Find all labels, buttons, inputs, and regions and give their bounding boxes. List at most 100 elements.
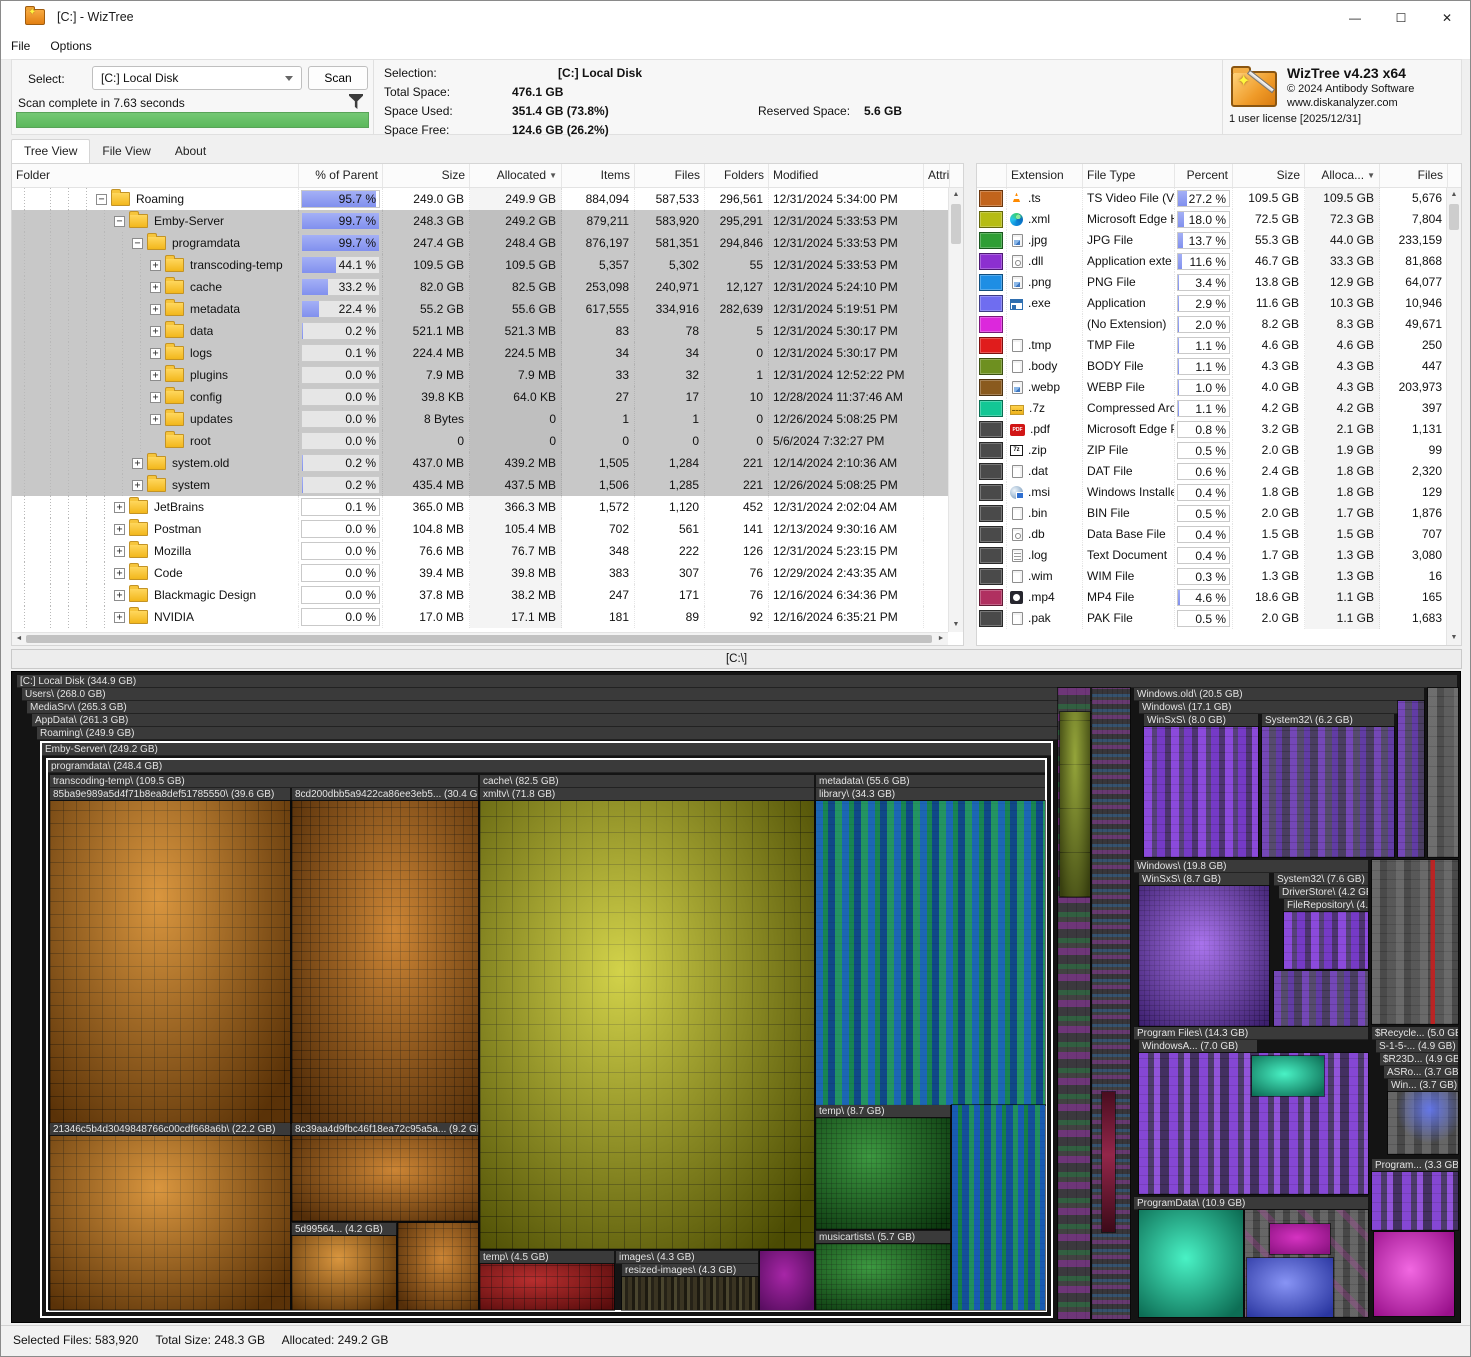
- extension-row[interactable]: .datDAT File0.6 %2.4 GB1.8 GB2,320: [977, 461, 1461, 482]
- treemap-label-strip[interactable]: 21346c5b4d3049848766c00cdf668a6b\ (22.2 …: [50, 1123, 290, 1136]
- treemap-block[interactable]: [816, 1118, 950, 1229]
- scroll-right-icon[interactable]: ►: [934, 633, 948, 645]
- extension-row[interactable]: .dllApplication exte11.6 %46.7 GB33.3 GB…: [977, 251, 1461, 272]
- treemap-label-strip[interactable]: S-1-5-... (4.9 GB): [1376, 1040, 1458, 1053]
- treemap-block[interactable]: [1374, 1232, 1454, 1316]
- expand-icon[interactable]: +: [150, 304, 161, 315]
- treemap-label-strip[interactable]: temp\ (8.7 GB): [816, 1105, 950, 1118]
- column-header-size[interactable]: Size: [1233, 164, 1305, 187]
- treemap-label-strip[interactable]: Emby-Server\ (249.2 GB): [42, 743, 1051, 756]
- scroll-up-icon[interactable]: ▲: [1447, 188, 1461, 202]
- expand-icon[interactable]: +: [114, 546, 125, 557]
- treemap-block[interactable]: [816, 801, 1045, 1105]
- treemap-label-strip[interactable]: Windows.old\ (20.5 GB): [1134, 688, 1424, 701]
- treemap-block[interactable]: [50, 1136, 290, 1310]
- title-bar[interactable]: [C:] - WizTree — ☐ ✕: [1, 1, 1470, 35]
- extension-row[interactable]: .pngPNG File3.4 %13.8 GB12.9 GB64,077: [977, 272, 1461, 293]
- extension-row[interactable]: .zipZIP File0.5 %2.0 GB1.9 GB99: [977, 440, 1461, 461]
- treemap-block[interactable]: [1372, 1172, 1458, 1230]
- treemap-label-strip[interactable]: WindowsA... (7.0 GB): [1139, 1040, 1257, 1053]
- tree-row[interactable]: +system0.2 %435.4 MB437.5 MB1,5061,28522…: [12, 474, 963, 496]
- tree-row[interactable]: +transcoding-temp44.1 %109.5 GB109.5 GB5…: [12, 254, 963, 276]
- treemap-label-strip[interactable]: AppData\ (261.3 GB): [32, 714, 1120, 727]
- treemap-block[interactable]: [292, 1236, 396, 1310]
- extension-row[interactable]: .webpWEBP File1.0 %4.0 GB4.3 GB203,973: [977, 377, 1461, 398]
- column-header-of-parent[interactable]: % of Parent: [299, 164, 383, 187]
- treemap-block[interactable]: [1144, 727, 1258, 857]
- column-header-folder[interactable]: Folder: [12, 164, 299, 187]
- folder-table-hscrollbar[interactable]: ◄ ►: [12, 632, 948, 645]
- tree-row[interactable]: +NVIDIA0.0 %17.0 MB17.1 MB181899212/16/2…: [12, 606, 963, 628]
- tree-row[interactable]: +config0.0 %39.8 KB64.0 KB27171012/28/20…: [12, 386, 963, 408]
- treemap-block[interactable]: [1270, 1224, 1330, 1254]
- treemap-label-strip[interactable]: programdata\ (248.4 GB): [48, 760, 1045, 773]
- extension-row[interactable]: .bodyBODY File1.1 %4.3 GB4.3 GB447: [977, 356, 1461, 377]
- expand-icon[interactable]: +: [114, 502, 125, 513]
- treemap-block[interactable]: [1388, 1092, 1458, 1154]
- tree-row[interactable]: +updates0.0 %8 Bytes011012/26/2024 5:08:…: [12, 408, 963, 430]
- collapse-icon[interactable]: −: [96, 194, 107, 205]
- column-header-size[interactable]: Size: [383, 164, 470, 187]
- treemap-label-strip[interactable]: System32\ (7.6 GB): [1274, 873, 1368, 886]
- collapse-icon[interactable]: −: [132, 238, 143, 249]
- collapse-icon[interactable]: −: [114, 216, 125, 227]
- extension-row[interactable]: .binBIN File0.5 %2.0 GB1.7 GB1,876: [977, 503, 1461, 524]
- extension-table-vscrollbar[interactable]: ▲ ▼: [1446, 188, 1461, 645]
- treemap-block[interactable]: [1247, 1258, 1333, 1317]
- treemap-block[interactable]: [1139, 1210, 1243, 1317]
- treemap-block[interactable]: [1262, 727, 1394, 857]
- expand-icon[interactable]: +: [132, 458, 143, 469]
- treemap-block[interactable]: [816, 1244, 950, 1310]
- treemap-label-strip[interactable]: 8c39aa4d9fbc46f18ea72c95a5a... (9.2 GB): [292, 1123, 478, 1136]
- extension-row[interactable]: .tmpTMP File1.1 %4.6 GB4.6 GB250: [977, 335, 1461, 356]
- website-link[interactable]: www.diskanalyzer.com: [1287, 96, 1414, 110]
- treemap-block[interactable]: [1139, 886, 1269, 1026]
- menu-item-file[interactable]: File: [1, 35, 40, 57]
- treemap-label-strip[interactable]: 5d99564... (4.2 GB): [292, 1223, 396, 1236]
- treemap-block[interactable]: [1372, 860, 1458, 1024]
- expand-icon[interactable]: +: [150, 392, 161, 403]
- tree-row[interactable]: +Postman0.0 %104.8 MB105.4 MB70256114112…: [12, 518, 963, 540]
- treemap-label-strip[interactable]: DriverStore\ (4.2 GB): [1279, 886, 1368, 899]
- treemap-label-strip[interactable]: Program Files\ (14.3 GB): [1134, 1027, 1368, 1040]
- column-header-folders[interactable]: Folders: [705, 164, 769, 187]
- tab-file-view[interactable]: File View: [90, 140, 162, 163]
- expand-icon[interactable]: +: [150, 282, 161, 293]
- expand-icon[interactable]: +: [150, 370, 161, 381]
- treemap-block[interactable]: [50, 801, 290, 1123]
- expand-icon[interactable]: +: [150, 414, 161, 425]
- maximize-button[interactable]: ☐: [1378, 1, 1424, 35]
- treemap-block[interactable]: [292, 801, 478, 1123]
- treemap-label-strip[interactable]: library\ (34.3 GB): [816, 788, 1045, 801]
- column-header-color[interactable]: [977, 164, 1007, 187]
- treemap-label-strip[interactable]: MediaSrv\ (265.3 GB): [27, 701, 1120, 714]
- tab-about[interactable]: About: [163, 140, 218, 163]
- expand-icon[interactable]: +: [150, 260, 161, 271]
- extension-table-header[interactable]: ExtensionFile TypePercentSizeAlloca...▼F…: [977, 164, 1461, 188]
- treemap-label-strip[interactable]: Roaming\ (249.9 GB): [37, 727, 1120, 740]
- column-header-items[interactable]: Items: [562, 164, 635, 187]
- extension-row[interactable]: .7zCompressed Arc1.1 %4.2 GB4.2 GB397: [977, 398, 1461, 419]
- treemap-block[interactable]: [1060, 712, 1090, 897]
- column-header-attributes[interactable]: Attributes: [924, 164, 950, 187]
- tree-row[interactable]: −programdata99.7 %247.4 GB248.4 GB876,19…: [12, 232, 963, 254]
- treemap-label-strip[interactable]: System32\ (6.2 GB): [1262, 714, 1394, 727]
- treemap-label-strip[interactable]: Windows\ (19.8 GB): [1134, 860, 1368, 873]
- treemap-block[interactable]: [1398, 701, 1424, 857]
- treemap-label-strip[interactable]: $R23D... (4.9 GB): [1380, 1053, 1458, 1066]
- tree-row[interactable]: +Mozilla0.0 %76.6 MB76.7 MB34822212612/3…: [12, 540, 963, 562]
- column-header-files[interactable]: Files: [1380, 164, 1448, 187]
- tree-row[interactable]: root0.0 %000005/6/2024 7:32:27 PM: [12, 430, 963, 452]
- extension-row[interactable]: .logText Document0.4 %1.7 GB1.3 GB3,080: [977, 545, 1461, 566]
- extension-row[interactable]: .xmlMicrosoft Edge H18.0 %72.5 GB72.3 GB…: [977, 209, 1461, 230]
- expand-icon[interactable]: +: [150, 348, 161, 359]
- tree-row[interactable]: +JetBrains0.1 %365.0 MB366.3 MB1,5721,12…: [12, 496, 963, 518]
- menu-item-options[interactable]: Options: [40, 35, 101, 57]
- scroll-down-icon[interactable]: ▼: [949, 618, 963, 632]
- treemap-canvas[interactable]: [C:] Local Disk (344.9 GB)Users\ (268.0 …: [11, 671, 1461, 1323]
- treemap-label-strip[interactable]: musicartists\ (5.7 GB): [816, 1231, 950, 1244]
- tree-row[interactable]: +Blackmagic Design0.0 %37.8 MB38.2 MB247…: [12, 584, 963, 606]
- extension-row[interactable]: .pakPAK File0.5 %2.0 GB1.1 GB1,683: [977, 608, 1461, 629]
- extension-row[interactable]: .jpgJPG File13.7 %55.3 GB44.0 GB233,159: [977, 230, 1461, 251]
- column-header-alloca[interactable]: Alloca...▼: [1305, 164, 1380, 187]
